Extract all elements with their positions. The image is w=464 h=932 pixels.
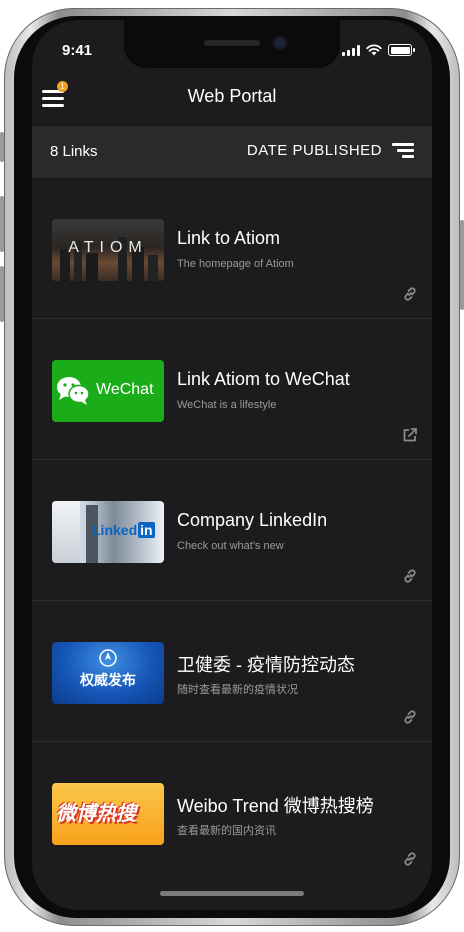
list-toolbar: 8 Links DATE PUBLISHED <box>32 126 432 178</box>
status-time: 9:41 <box>62 42 93 59</box>
page-title: Web Portal <box>187 86 277 106</box>
item-subtitle: 随时查看最新的疫情状况 <box>177 684 298 696</box>
nhc-thumbnail: 权威发布 <box>52 642 164 704</box>
wechat-logo-icon <box>57 377 90 405</box>
list-item[interactable]: ATIOM Link to Atiom The homepage of Atio… <box>32 178 432 319</box>
item-subtitle: Check out what's new <box>177 540 284 552</box>
notch <box>124 20 340 68</box>
atiom-thumbnail: ATIOM <box>52 219 164 281</box>
volume-up-button <box>0 196 4 252</box>
power-button <box>460 220 464 310</box>
link-icon[interactable] <box>402 709 418 725</box>
nav-bar: 1 Web Portal <box>32 76 432 126</box>
front-camera <box>274 37 286 49</box>
home-indicator[interactable] <box>160 891 304 896</box>
item-subtitle: WeChat is a lifestyle <box>177 399 277 411</box>
list-item[interactable]: WeChat Link Atiom to WeChat WeChat is a … <box>32 319 432 460</box>
sort-button[interactable]: DATE PUBLISHED <box>247 141 414 159</box>
linkedin-wordmark: Linked <box>92 522 138 538</box>
item-subtitle: The homepage of Atiom <box>177 258 294 270</box>
sort-label: DATE PUBLISHED <box>246 141 382 159</box>
external-link-icon[interactable] <box>402 427 418 443</box>
item-title: Company LinkedIn <box>177 510 328 530</box>
sort-icon <box>392 141 414 159</box>
weibo-thumbnail-text: 微博热搜 <box>56 801 136 825</box>
speaker-grille <box>204 40 260 46</box>
wechat-thumbnail-text: WeChat <box>96 381 154 398</box>
wechat-thumbnail: WeChat <box>52 360 164 422</box>
item-title: Link Atiom to WeChat <box>177 369 350 389</box>
linkedin-thumbnail: Linked in <box>52 501 164 563</box>
weibo-thumbnail: 微博热搜 <box>52 783 164 845</box>
app-screen: 9:41 1 Web Portal 8 Links DATE PUBLISHED <box>32 20 432 910</box>
item-title: Link to Atiom <box>177 228 281 248</box>
link-icon[interactable] <box>402 568 418 584</box>
linkedin-in-box: in <box>138 522 155 538</box>
item-title: Weibo Trend 微博热搜榜 <box>177 796 374 816</box>
list-item[interactable]: Linked in Company LinkedIn Check out what… <box>32 460 432 601</box>
atiom-thumbnail-text: ATIOM <box>68 239 148 256</box>
emblem-icon <box>99 649 117 667</box>
wifi-icon <box>366 44 382 56</box>
battery-icon <box>388 44 415 56</box>
links-list: ATIOM Link to Atiom The homepage of Atio… <box>32 178 432 883</box>
list-item[interactable]: 权威发布 卫健委 - 疫情防控动态 随时查看最新的疫情状况 <box>32 601 432 742</box>
cellular-signal-icon <box>342 44 360 56</box>
nhc-thumbnail-text: 权威发布 <box>80 673 136 689</box>
item-subtitle: 查看最新的国内资讯 <box>177 825 276 837</box>
item-title: 卫健委 - 疫情防控动态 <box>177 655 355 675</box>
status-icons <box>342 44 415 56</box>
link-icon[interactable] <box>402 286 418 302</box>
mute-switch <box>0 132 4 162</box>
linkedin-thumbnail-text: Linked in <box>92 522 155 538</box>
links-count: 8 Links <box>50 143 98 160</box>
link-icon[interactable] <box>402 851 418 867</box>
list-item[interactable]: 微博热搜 Weibo Trend 微博热搜榜 查看最新的国内资讯 <box>32 742 432 883</box>
volume-down-button <box>0 266 4 322</box>
